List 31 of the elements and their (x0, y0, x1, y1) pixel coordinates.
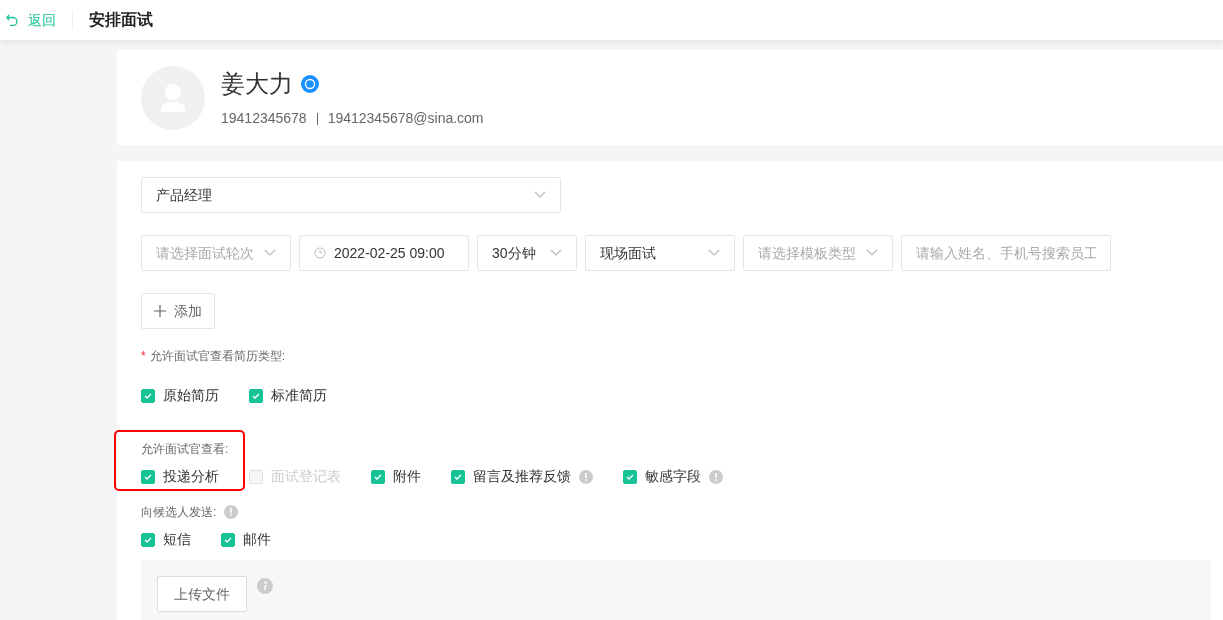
chevron-down-icon (550, 249, 562, 257)
undo-arrow-icon (6, 14, 18, 26)
checkbox-option[interactable]: 附件 (371, 466, 421, 487)
upload-file-button[interactable]: 上传文件 (157, 576, 247, 612)
date-time-field[interactable]: 2022-02-25 09:00 (299, 235, 469, 271)
field-label: 允许面试官查看: (141, 441, 229, 458)
checkbox-option[interactable]: 邮件 (221, 529, 271, 550)
chevron-down-icon (708, 249, 720, 257)
checkbox-option[interactable]: 原始简历 (141, 385, 219, 406)
candidate-email: 19412345678@sina.com (327, 109, 484, 128)
clock-icon (314, 247, 326, 259)
chevron-down-icon (866, 249, 878, 257)
field-label: 向候选人发送: (141, 504, 217, 521)
checkbox-option[interactable]: 留言及推荐反馈 (451, 466, 571, 487)
checkbox-option[interactable]: 短信 (141, 529, 191, 550)
field-label: 允许面试官查看简历类型: (149, 348, 285, 365)
chevron-down-icon (264, 249, 276, 257)
checkbox-option[interactable]: 敏感字段 (623, 466, 701, 487)
checkbox-option[interactable]: 标准简历 (249, 385, 327, 406)
required-asterisk: * (141, 348, 146, 365)
info-icon (257, 578, 273, 594)
candidate-name: 姜大力 (221, 69, 293, 99)
plus-icon (154, 305, 166, 317)
dropdown[interactable]: 30分钟 (477, 235, 577, 271)
candidate-phone: 19412345678 (221, 109, 307, 128)
dropdown[interactable]: 现场面试 (585, 235, 735, 271)
checkbox-option[interactable]: 投递分析 (141, 466, 219, 487)
page-title: 安排面试 (89, 10, 153, 30)
chevron-down-icon (534, 191, 546, 199)
position-select[interactable]: 产品经理 (141, 177, 561, 213)
add-button[interactable]: 添加 (141, 293, 215, 329)
